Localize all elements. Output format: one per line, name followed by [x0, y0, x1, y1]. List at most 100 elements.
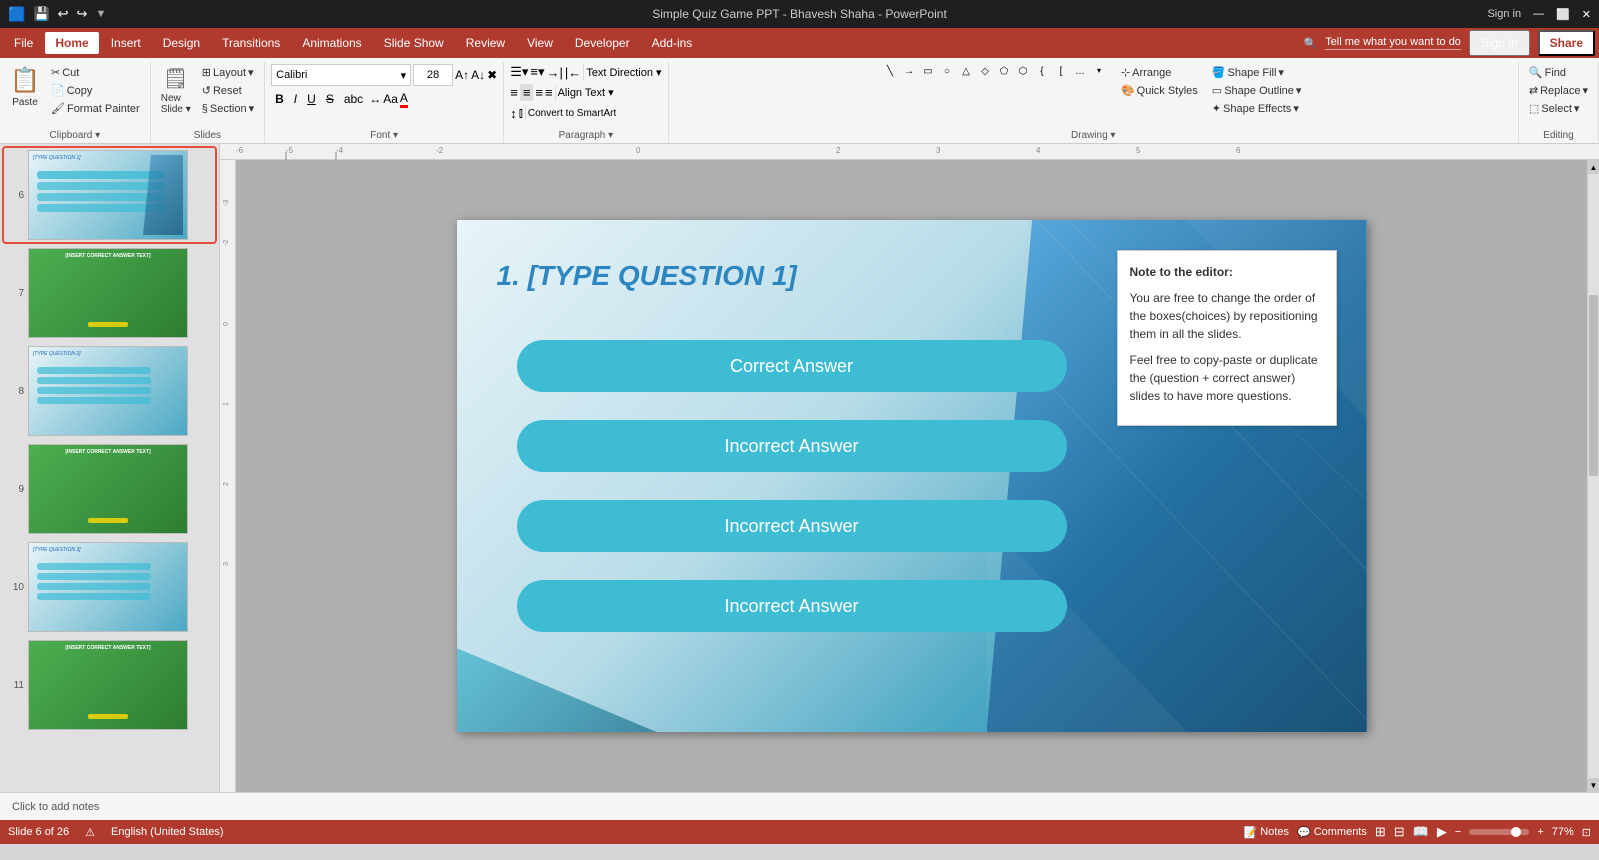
menu-item-animations[interactable]: Animations: [292, 32, 371, 54]
numbered-list-icon[interactable]: ≡▾: [530, 64, 544, 80]
shape-brace[interactable]: {: [1033, 66, 1051, 77]
menu-item-design[interactable]: Design: [153, 32, 210, 54]
font-size-input[interactable]: 28: [413, 64, 453, 86]
columns-icon[interactable]: ⫾: [519, 105, 523, 121]
language[interactable]: English (United States): [111, 826, 224, 838]
correct-answer-btn[interactable]: Correct Answer: [517, 340, 1067, 392]
section-button[interactable]: § Section ▾: [198, 100, 258, 117]
click-to-add-notes[interactable]: Click to add notes: [12, 801, 99, 813]
indent-more-icon[interactable]: →|: [547, 65, 563, 80]
align-left-icon[interactable]: ≡: [510, 85, 518, 100]
fit-window-icon[interactable]: ⊡: [1582, 826, 1591, 839]
zoom-in-icon[interactable]: +: [1537, 826, 1543, 838]
slideshow-icon[interactable]: ▶: [1437, 824, 1447, 840]
font-increase-icon[interactable]: A↑: [455, 68, 469, 82]
layout-button[interactable]: ⊞ Layout ▾: [198, 64, 258, 81]
notes-area[interactable]: Click to add notes: [0, 792, 1599, 820]
copy-button[interactable]: 📄 Copy: [47, 82, 144, 99]
case-button[interactable]: Aa: [383, 92, 398, 106]
format-painter-button[interactable]: 🖌 Format Painter: [47, 100, 144, 117]
slide-thumb-6[interactable]: 6 [TYPE QUESTION 1]: [4, 148, 215, 242]
save-icon[interactable]: 💾: [33, 6, 49, 22]
shape-arrow[interactable]: →: [900, 66, 918, 77]
align-right-icon[interactable]: ≡: [535, 85, 543, 100]
arrange-button[interactable]: ⊹ Arrange: [1117, 64, 1202, 81]
slide-thumb-11[interactable]: 11 [INSERT CORRECT ANSWER TEXT]: [4, 638, 215, 732]
menu-item-review[interactable]: Review: [456, 32, 515, 54]
align-text-button[interactable]: Align Text ▾: [558, 86, 614, 99]
restore-icon[interactable]: ⬜: [1556, 8, 1570, 21]
cut-button[interactable]: ✂ Cut: [47, 64, 144, 81]
menu-item-addins[interactable]: Add-ins: [642, 32, 703, 54]
zoom-slider[interactable]: [1469, 829, 1529, 835]
menu-item-transitions[interactable]: Transitions: [212, 32, 290, 54]
paste-button[interactable]: 📋 Paste: [6, 64, 44, 110]
align-center-icon[interactable]: ≡: [520, 84, 534, 101]
shape-pentagon[interactable]: ⬠: [995, 66, 1013, 77]
zoom-level[interactable]: 77%: [1552, 826, 1574, 838]
shape-rect[interactable]: ▭: [919, 66, 937, 77]
shape-outline-button[interactable]: ▭ Shape Outline ▾: [1208, 82, 1306, 99]
strikethrough-button[interactable]: S: [322, 90, 338, 108]
slide-thumb-8[interactable]: 8 [TYPE QUESTION 2]: [4, 344, 215, 438]
slide-title[interactable]: 1. [TYPE QUESTION 1]: [497, 260, 797, 292]
shadow-button[interactable]: abc: [340, 90, 367, 108]
vertical-scrollbar[interactable]: ▲ ▼: [1587, 160, 1599, 792]
shapes-expand[interactable]: ▾: [1090, 66, 1108, 77]
menu-item-view[interactable]: View: [517, 32, 563, 54]
shape-hex[interactable]: ⬡: [1014, 66, 1032, 77]
replace-button[interactable]: ⇄ Replace ▾: [1525, 82, 1592, 99]
underline-button[interactable]: U: [303, 90, 320, 108]
quick-styles-button[interactable]: 🎨 Quick Styles: [1117, 82, 1202, 99]
shape-bracket[interactable]: [: [1052, 66, 1070, 77]
shape-ellipse[interactable]: ○: [938, 66, 956, 77]
zoom-slider-thumb[interactable]: [1511, 827, 1521, 837]
notes-button[interactable]: 📝 Notes: [1244, 826, 1289, 839]
scroll-up-arrow[interactable]: ▲: [1588, 160, 1599, 174]
font-decrease-icon[interactable]: A↓: [471, 68, 485, 82]
shape-fill-button[interactable]: 🪣 Shape Fill ▾: [1208, 64, 1306, 81]
zoom-out-icon[interactable]: −: [1455, 826, 1461, 838]
comments-button[interactable]: 💬 Comments: [1297, 826, 1367, 839]
incorrect-answer-btn-1[interactable]: Incorrect Answer: [517, 420, 1067, 472]
menu-item-developer[interactable]: Developer: [565, 32, 640, 54]
new-slide-button[interactable]: 🗒 New Slide ▾: [157, 64, 195, 117]
select-button[interactable]: ⬚ Select ▾: [1525, 100, 1592, 117]
find-button[interactable]: 🔍 Find: [1525, 64, 1592, 81]
line-spacing-icon[interactable]: ↕: [510, 106, 517, 121]
signin-button[interactable]: Sign in: [1469, 30, 1530, 56]
indent-less-icon[interactable]: |←: [565, 65, 581, 80]
close-icon[interactable]: ✕: [1582, 8, 1591, 21]
shape-more[interactable]: …: [1071, 66, 1089, 77]
menu-item-file[interactable]: File: [4, 32, 43, 54]
bullet-list-icon[interactable]: ☰▾: [510, 64, 528, 80]
shape-triangle[interactable]: △: [957, 66, 975, 77]
sign-in-button[interactable]: Sign in: [1487, 8, 1521, 20]
menu-item-insert[interactable]: Insert: [101, 32, 151, 54]
convert-smartart-button[interactable]: Convert to SmartArt: [528, 108, 616, 119]
share-button[interactable]: Share: [1538, 30, 1595, 56]
slide-thumb-9[interactable]: 9 [INSERT CORRECT ANSWER TEXT]: [4, 442, 215, 536]
bold-button[interactable]: B: [271, 90, 288, 108]
reset-button[interactable]: ↺ Reset: [198, 82, 258, 99]
slide-thumb-7[interactable]: 7 [INSERT CORRECT ANSWER TEXT]: [4, 246, 215, 340]
italic-button[interactable]: I: [290, 90, 301, 108]
shape-effects-button[interactable]: ✦ Shape Effects ▾: [1208, 100, 1306, 117]
minimize-icon[interactable]: —: [1533, 8, 1544, 20]
undo-icon[interactable]: ↩: [58, 6, 69, 22]
redo-icon[interactable]: ↪: [77, 6, 88, 22]
shape-diamond[interactable]: ◇: [976, 66, 994, 77]
font-name-input[interactable]: Calibri ▾: [271, 64, 411, 86]
shape-line[interactable]: ╲: [881, 66, 899, 77]
slide-thumb-10[interactable]: 10 [TYPE QUESTION 3]: [4, 540, 215, 634]
scroll-thumb[interactable]: [1589, 295, 1598, 476]
spacing-button[interactable]: ↔: [369, 92, 381, 106]
reading-view-icon[interactable]: 📖: [1413, 824, 1429, 840]
slide-sorter-icon[interactable]: ⊟: [1394, 824, 1405, 840]
incorrect-answer-btn-3[interactable]: Incorrect Answer: [517, 580, 1067, 632]
clear-format-icon[interactable]: ✖: [487, 68, 497, 82]
menu-item-home[interactable]: Home: [45, 32, 98, 54]
incorrect-answer-btn-2[interactable]: Incorrect Answer: [517, 500, 1067, 552]
justify-icon[interactable]: ≡: [545, 85, 553, 100]
scroll-down-arrow[interactable]: ▼: [1588, 778, 1599, 792]
